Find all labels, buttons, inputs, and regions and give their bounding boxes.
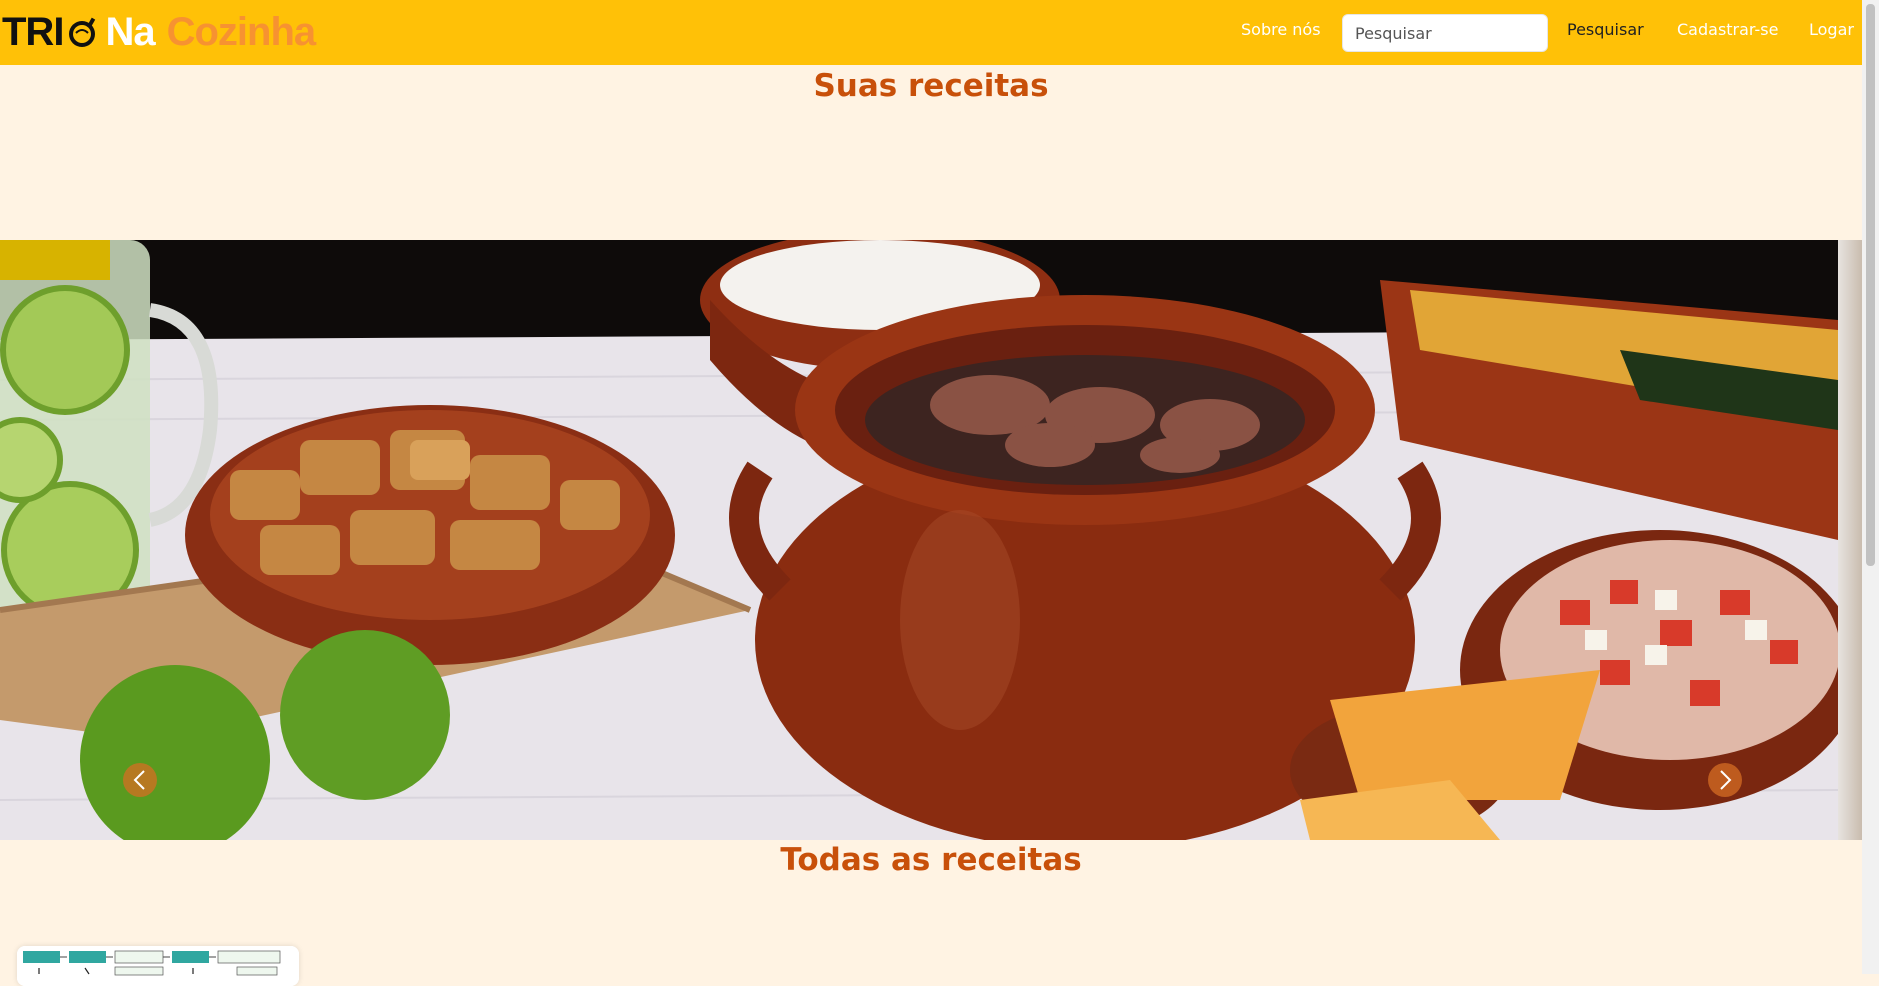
carousel-next-slide-peek — [1838, 240, 1862, 840]
recipe-card[interactable] — [17, 946, 299, 986]
carousel-prev-button[interactable] — [123, 763, 157, 797]
chevron-left-icon — [133, 770, 145, 790]
scrollbar-thumb[interactable] — [1866, 4, 1875, 566]
recipe-carousel — [0, 240, 1838, 840]
brand-word-cozinha: Cozinha — [166, 9, 317, 54]
carousel-slide-image[interactable] — [0, 240, 1838, 840]
your-recipes-heading: Suas receitas — [813, 68, 1049, 104]
carousel-next-button[interactable] — [1708, 763, 1742, 797]
all-recipes-heading: Todas as receitas — [780, 842, 1082, 878]
search-button[interactable]: Pesquisar — [1567, 20, 1644, 39]
brand-word-na: Na — [105, 9, 155, 54]
brand-word-tri: TRI — [2, 9, 64, 54]
brand-logo[interactable]: TRI Na Cozinha — [2, 6, 317, 58]
search-input[interactable] — [1342, 14, 1548, 52]
frying-pan-icon — [65, 15, 99, 49]
nav-link-register[interactable]: Cadastrar-se — [1677, 20, 1778, 39]
top-navbar: TRI Na Cozinha Sobre nós Pesquisar Cadas… — [0, 0, 1862, 65]
nav-link-login[interactable]: Logar — [1809, 20, 1854, 39]
recipe-card-thumbnail — [17, 946, 299, 986]
chevron-right-icon — [1720, 770, 1732, 790]
nav-link-about[interactable]: Sobre nós — [1241, 20, 1321, 39]
page-scrollbar[interactable] — [1862, 0, 1879, 974]
